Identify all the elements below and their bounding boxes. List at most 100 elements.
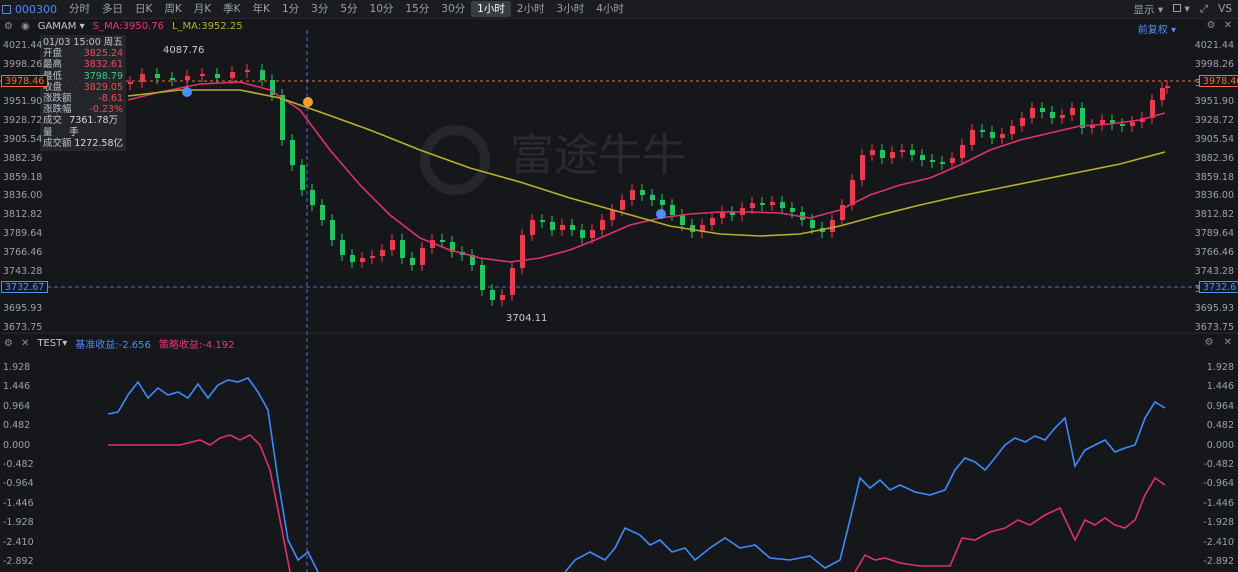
- candle-body: [850, 180, 855, 205]
- candle-body: [680, 215, 685, 225]
- sell-signal-marker: [303, 97, 313, 107]
- chart-canvas[interactable]: 富途牛牛: [0, 0, 1238, 572]
- sub-axis-label: -0.964: [1203, 478, 1234, 490]
- candle-body: [990, 132, 995, 138]
- candle-body: [530, 220, 535, 235]
- sub-indicator-name[interactable]: TEST▾: [37, 338, 67, 349]
- candle-body: [970, 130, 975, 145]
- candle-body: [140, 74, 145, 82]
- sub-axis-label: 1.928: [1206, 362, 1234, 373]
- price-axis-label: 3673.75: [3, 322, 43, 333]
- price-axis-label: 4021.44: [1194, 40, 1234, 51]
- last-price-tag-left: 3978.46: [1, 75, 49, 87]
- candle-body: [200, 74, 205, 76]
- candle-body: [890, 152, 895, 158]
- candle-body: [960, 145, 965, 158]
- high-annotation: 4087.76: [163, 45, 205, 56]
- price-axis-label: 3882.36: [1194, 152, 1234, 164]
- sub-legend: ⚙ ✕ TEST▾ 基准收益:-2.656 策略收益:-4.192: [4, 336, 235, 351]
- close-icon[interactable]: ✕: [1224, 337, 1232, 348]
- candle-body: [330, 220, 335, 240]
- base-return-line: [107, 377, 319, 572]
- candle-body: [128, 82, 133, 84]
- candle-body: [760, 203, 765, 205]
- candle-body: [710, 218, 715, 225]
- sub-icons: ⚙ ✕: [1205, 337, 1232, 348]
- candle-body: [550, 222, 555, 230]
- tooltip-row: 收盘 3829.05: [43, 81, 123, 93]
- base-return: 基准收益:-2.656: [75, 339, 151, 351]
- candle-body: [750, 203, 755, 208]
- ohlc-tooltip: 01/03 15:00 周五 开盘 3825.24 最高 3832.61 最低 3798.…: [40, 35, 126, 152]
- candle-body: [520, 235, 525, 268]
- candle-body: [1030, 108, 1035, 118]
- sub-axis-label: -1.928: [1203, 517, 1234, 529]
- candle-body: [920, 155, 925, 160]
- candle-body: [860, 155, 865, 180]
- candle-body: [940, 162, 945, 164]
- candle-body: [185, 76, 190, 80]
- sub-axis-label: 0.000: [3, 439, 31, 451]
- candle-body: [350, 255, 355, 262]
- base-return-line: [564, 400, 1166, 572]
- candle-body: [1130, 122, 1135, 126]
- price-axis-label: 3836.00: [1194, 190, 1234, 202]
- candle-body: [300, 165, 305, 190]
- candle-body: [310, 190, 315, 205]
- candle-body: [510, 268, 515, 295]
- strategy-return: 策略收益:-4.192: [158, 339, 235, 351]
- candle-body: [600, 220, 605, 230]
- sub-axis-label: -1.446: [3, 497, 34, 509]
- sub-axis-label: -0.482: [1203, 459, 1234, 470]
- tooltip-row: 成交额 1272.58亿: [43, 137, 123, 149]
- sub-axis-label: 1.928: [3, 362, 31, 373]
- cursor-price-tag-left: 3732.67: [1, 281, 49, 293]
- candle-body: [980, 130, 985, 132]
- candle-body: [640, 190, 645, 195]
- sub-axis-label: 1.446: [3, 381, 31, 393]
- tooltip-row: 涨跌额 -8.61: [43, 93, 123, 105]
- strategy-return-line: [854, 476, 1166, 572]
- sub-axis-label: 0.964: [3, 400, 31, 412]
- candle-body: [260, 70, 265, 80]
- tooltip-row: 最高 3832.61: [43, 59, 123, 71]
- candle-body: [1160, 88, 1165, 100]
- close-icon[interactable]: ✕: [21, 338, 29, 349]
- sub-axis-label: -0.964: [3, 478, 34, 490]
- strategy-return-line: [108, 434, 291, 572]
- candle-body: [540, 220, 545, 222]
- candle-body: [480, 265, 485, 290]
- candle-body: [1040, 108, 1045, 112]
- price-axis-label: 3789.64: [3, 228, 43, 239]
- candle-body: [630, 190, 635, 200]
- candle-body: [580, 230, 585, 238]
- sub-axis-label: -1.446: [1203, 497, 1234, 509]
- candle-body: [900, 150, 905, 152]
- candle-body: [1060, 115, 1065, 118]
- candle-body: [560, 225, 565, 230]
- sub-axis-label: -2.410: [1203, 536, 1234, 548]
- price-axis-label: 3812.82: [3, 209, 43, 221]
- candle-body: [245, 70, 250, 72]
- price-axis-label: 3882.36: [3, 152, 43, 164]
- candle-body: [830, 220, 835, 232]
- buy-signal-marker: [656, 209, 666, 219]
- settings-icon[interactable]: ⚙: [1205, 337, 1214, 348]
- candle-body: [380, 250, 385, 256]
- tooltip-row: 开盘 3825.24: [43, 48, 123, 60]
- sub-axis-label: -1.928: [3, 517, 34, 529]
- candle-body: [1120, 124, 1125, 126]
- candle-body: [570, 225, 575, 230]
- price-axis-label: 3673.75: [1194, 322, 1234, 333]
- candle-body: [410, 258, 415, 265]
- price-axis-label: 4021.44: [3, 40, 43, 51]
- sub-axis-label: 0.000: [1206, 439, 1234, 451]
- sub-axis-label: 0.482: [3, 420, 31, 432]
- sub-axis-label: -2.410: [3, 536, 34, 548]
- tooltip-row: 最低 3798.79: [43, 70, 123, 82]
- settings-icon[interactable]: ⚙: [4, 338, 13, 349]
- sub-axis-label: -0.482: [3, 459, 34, 470]
- price-axis-label: 3812.82: [1194, 209, 1234, 221]
- candle-body: [1020, 118, 1025, 126]
- candle-body: [1070, 108, 1075, 115]
